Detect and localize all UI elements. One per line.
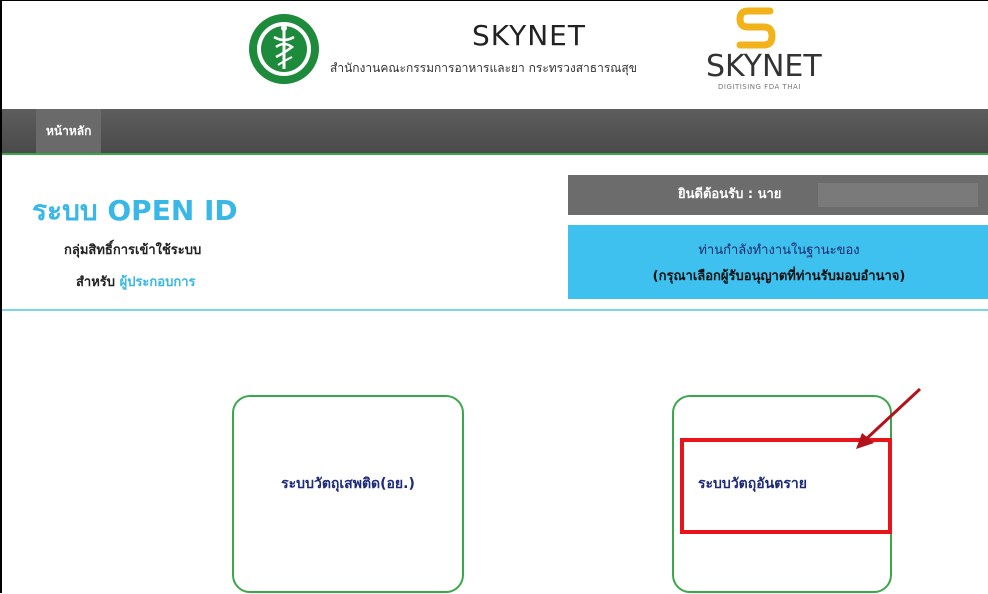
role-line: สำหรับ ผู้ประกอบการ	[76, 271, 196, 292]
system-title: ระบบ OPEN ID	[32, 194, 238, 227]
header-subtitle: สำนักงานคณะกรรมการอาหารและยา กระทรวงสาธา…	[330, 61, 637, 75]
acting-as-panel[interactable]: ท่านกำลังทำงานในฐานะของ (กรุณาเลือกผู้รั…	[568, 225, 988, 299]
skynet-logo-tagline: DIGITISING FDA THAI	[718, 83, 801, 91]
nav-home-link[interactable]: หน้าหลัก	[36, 109, 102, 153]
site-header: SKYNET สำนักงานคณะกรรมการอาหารและยา กระท…	[2, 1, 988, 109]
pointer-arrow-icon	[856, 387, 922, 449]
role-name: ผู้ประกอบการ	[119, 275, 196, 290]
role-prefix: สำหรับ	[76, 275, 116, 290]
redacted-name	[818, 183, 978, 207]
access-group-label: กลุ่มสิทธิ์การเข้าใช้ระบบ	[64, 243, 202, 258]
header-title: SKYNET	[472, 19, 586, 52]
narcotics-system-card[interactable]: ระบบวัตถุเสพติด(อย.)	[232, 395, 464, 593]
skynet-logo-text: SKYNET	[706, 49, 822, 84]
narcotics-system-label: ระบบวัตถุเสพติด(อย.)	[281, 476, 415, 492]
acting-as-text: ท่านกำลังทำงานในฐานะของ	[698, 243, 860, 258]
select-licensee-prompt[interactable]: (กรุณาเลือกผู้รับอนุญาตที่ท่านรับมอบอำนา…	[568, 265, 988, 286]
main-navbar: หน้าหลัก	[2, 109, 988, 155]
browser-frame: SKYNET สำนักงานคณะกรรมการอาหารและยา กระท…	[0, 0, 988, 593]
welcome-bar: ยินดีต้อนรับ : นาย	[568, 175, 988, 215]
welcome-text: ยินดีต้อนรับ : นาย	[678, 187, 782, 202]
section-divider	[2, 309, 988, 311]
ministry-seal-icon	[249, 14, 319, 84]
